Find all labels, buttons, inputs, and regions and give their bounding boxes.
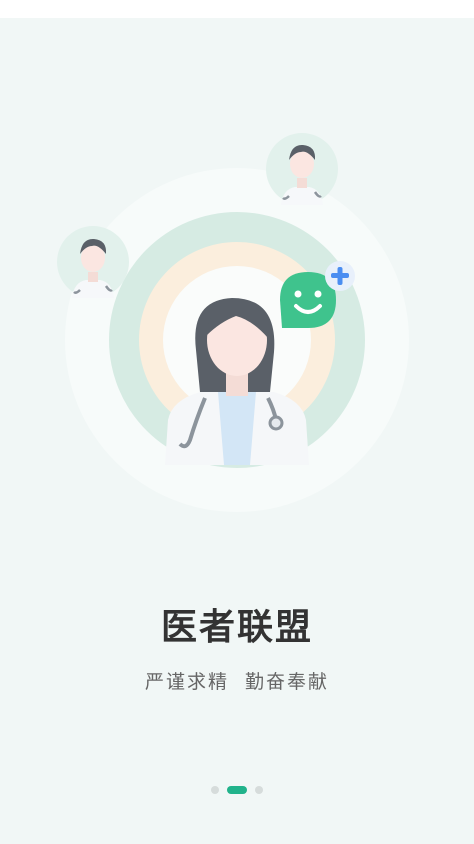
plus-icon (325, 261, 355, 291)
male-doctor-avatar-left (57, 226, 129, 298)
page-indicator (0, 785, 474, 795)
page-dot-3[interactable] (255, 786, 263, 794)
onboarding-subtitle: 严谨求精 勤奋奉献 (144, 671, 330, 693)
status-bar (0, 0, 474, 18)
male-doctor-avatar-top-right (266, 133, 338, 205)
onboarding-title: 医者联盟 (160, 607, 313, 648)
page-dot-2-active[interactable] (227, 786, 247, 794)
onboarding-illustration (57, 133, 409, 512)
page-dot-1[interactable] (211, 786, 219, 794)
